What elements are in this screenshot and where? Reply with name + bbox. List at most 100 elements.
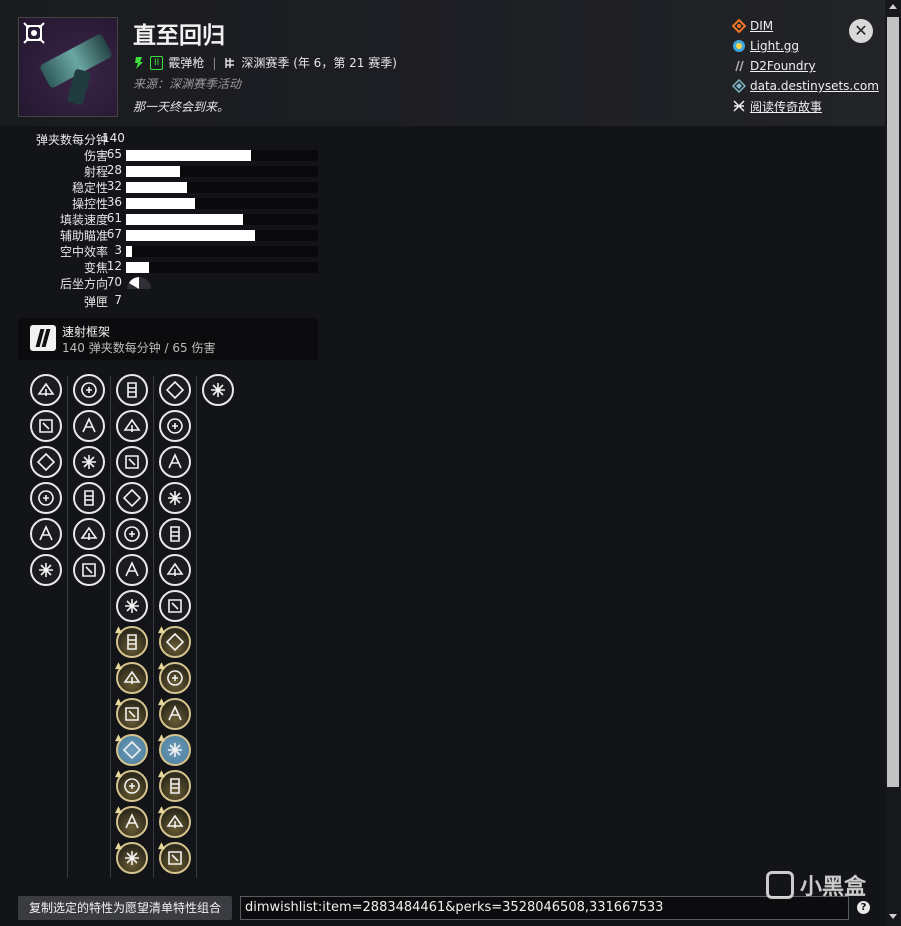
perk-button[interactable]: [73, 554, 105, 586]
enhanced-arrow-icon: ▲: [115, 625, 122, 635]
perk-button[interactable]: [116, 374, 148, 406]
link-destinysets-label[interactable]: data.destinysets.com: [750, 79, 879, 93]
perk-button[interactable]: ▲: [158, 805, 191, 838]
perk-button[interactable]: [116, 518, 148, 550]
stat-value: 65: [106, 147, 122, 161]
watermark-logo: [766, 871, 794, 899]
perk-button[interactable]: [159, 518, 191, 550]
frame-description: 140 弹夹数每分钟 / 65 伤害: [62, 341, 216, 355]
stat-bar: [126, 166, 318, 177]
perk-button[interactable]: [159, 590, 191, 622]
stat-value: 70: [106, 275, 122, 289]
perk-button[interactable]: ▲: [115, 770, 148, 802]
enhanced-arrow-icon: ▲: [115, 661, 122, 671]
link-dim-label[interactable]: DIM: [750, 19, 773, 33]
perk-button[interactable]: ▲: [158, 770, 191, 802]
stat-row: 填装速度 61: [18, 211, 318, 227]
magazine-icon: [84, 490, 94, 506]
perk-button[interactable]: [159, 482, 191, 514]
copy-wishlist-button[interactable]: 复制选定的特性为愿望清单特性组合: [18, 896, 232, 920]
close-button[interactable]: ✕: [849, 19, 873, 43]
stat-label: 弹夹数每分钟: [35, 133, 108, 147]
stat-bar-fill: [126, 230, 255, 241]
perk-button[interactable]: [116, 446, 148, 478]
perk-button[interactable]: ▲: [158, 842, 191, 874]
perk-button[interactable]: [116, 410, 148, 442]
perk-button[interactable]: [30, 482, 62, 514]
trait-icon: [122, 488, 142, 508]
perk-button[interactable]: [73, 482, 105, 514]
perk-button[interactable]: [30, 554, 62, 586]
perk-button[interactable]: ▲: [115, 805, 148, 838]
trait-icon: [125, 707, 139, 721]
weapon-flavor-text: 那一天终会到来。: [133, 100, 230, 114]
stat-bar: [126, 262, 318, 273]
perk-button[interactable]: [73, 518, 105, 550]
enhanced-arrow-icon: ▲: [158, 625, 165, 635]
link-d2foundry[interactable]: D2Foundry: [732, 56, 879, 76]
enhanced-arrow-icon: ▲: [115, 805, 122, 815]
perk-button[interactable]: [30, 446, 62, 478]
stat-label: 变焦: [83, 261, 108, 275]
perk-button[interactable]: [202, 374, 234, 406]
perk-button[interactable]: ▲: [115, 661, 148, 694]
link-d2foundry-label[interactable]: D2Foundry: [750, 59, 816, 73]
stat-bar: [126, 150, 318, 161]
perk-button[interactable]: [30, 518, 62, 550]
stat-row: 变焦 12: [18, 259, 318, 275]
link-lightgg-label[interactable]: Light.gg: [750, 39, 799, 53]
barrel-icon: [39, 563, 53, 577]
trait-icon: [125, 455, 139, 469]
link-destinysets[interactable]: data.destinysets.com: [732, 76, 879, 96]
perk-button[interactable]: ▲: [158, 698, 191, 730]
weapon-type: 霰弹枪: [168, 56, 205, 70]
perk-button[interactable]: [30, 410, 62, 442]
perk-button[interactable]: [159, 374, 191, 406]
perk-button[interactable]: ▲: [158, 734, 191, 766]
perk-button[interactable]: [73, 410, 105, 442]
magazine-icon: [82, 563, 96, 577]
trait-icon: [170, 778, 180, 794]
scroll-up-icon[interactable]: [889, 4, 897, 9]
perk-button[interactable]: [159, 554, 191, 586]
season-icon: [225, 57, 235, 68]
trait-icon: [170, 526, 180, 542]
d2foundry-icon: [735, 60, 744, 72]
stat-value: 12: [106, 259, 122, 273]
weapon-source: 来源：深渊赛季活动: [133, 77, 242, 91]
perk-button[interactable]: ▲: [158, 662, 191, 694]
scrollbar-thumb[interactable]: [887, 17, 899, 787]
perk-button[interactable]: [116, 590, 148, 622]
perk-button[interactable]: ▲: [115, 734, 148, 766]
wishlist-field[interactable]: dimwishlist:item=2883484461&perks=352804…: [240, 896, 849, 920]
enhanced-arrow-icon: ▲: [158, 805, 165, 815]
stat-value: 61: [106, 211, 122, 225]
weapon-header: 直至回归 II 霰弹枪 | 深渊赛季 (年 6，第 21 赛季) 来源：深渊赛季…: [0, 0, 885, 126]
perk-button[interactable]: ▲: [158, 625, 191, 658]
rapid-fire-frame-icon: [30, 325, 56, 351]
perk-button[interactable]: ▲: [115, 625, 148, 658]
perk-button[interactable]: [30, 374, 62, 406]
stat-bar-fill: [126, 166, 180, 177]
perk-button[interactable]: ▲: [115, 698, 148, 730]
perk-button[interactable]: [159, 446, 191, 478]
perk-column-divider: [196, 376, 197, 878]
perk-button[interactable]: [159, 410, 191, 442]
link-lore[interactable]: 阅读传奇故事: [732, 96, 879, 116]
link-lore-label[interactable]: 阅读传奇故事: [750, 98, 822, 115]
watermark: 小黑盒: [766, 869, 866, 901]
perk-button[interactable]: [116, 554, 148, 586]
stat-label: 弹匣: [83, 295, 108, 309]
stat-row: 伤害 65: [18, 147, 318, 163]
perk-button[interactable]: ▲: [115, 842, 148, 874]
trait-icon: [168, 705, 182, 721]
intrinsic-frame[interactable]: 速射框架 140 弹夹数每分钟 / 65 伤害: [18, 318, 318, 360]
scroll-down-icon[interactable]: [889, 914, 897, 919]
scrollbar[interactable]: [885, 0, 901, 926]
help-icon[interactable]: ?: [857, 901, 870, 914]
perk-button[interactable]: [73, 446, 105, 478]
perk-button[interactable]: [73, 374, 105, 406]
trait-icon: [167, 418, 183, 434]
origin-trait-icon: [211, 383, 225, 397]
perk-button[interactable]: [116, 482, 148, 514]
